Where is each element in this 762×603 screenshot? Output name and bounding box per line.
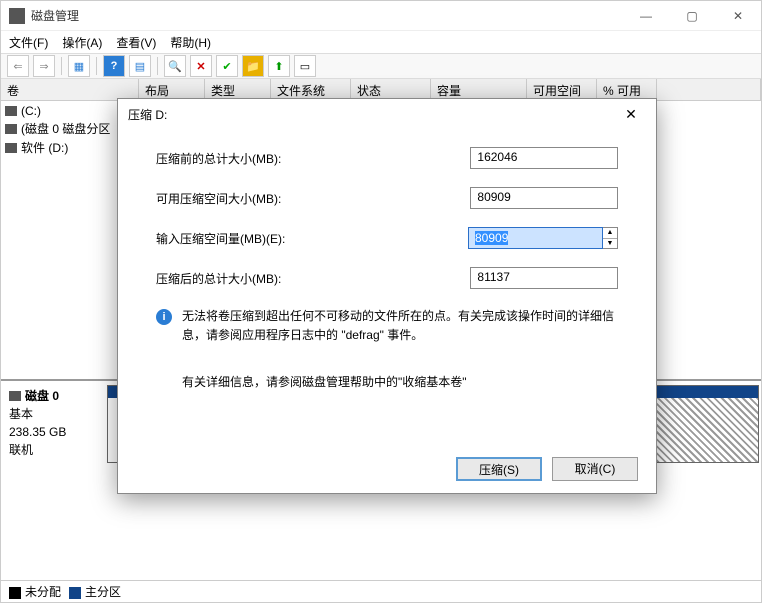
col-fs[interactable]: 文件系统 [271, 79, 351, 100]
dialog-footer: 压缩(S) 取消(C) [118, 445, 656, 493]
cancel-button[interactable]: 取消(C) [552, 457, 638, 481]
menu-help[interactable]: 帮助(H) [170, 34, 211, 51]
col-status[interactable]: 状态 [351, 79, 431, 100]
shrink-amount-input[interactable] [468, 227, 603, 249]
maximize-button[interactable]: ▢ [669, 1, 715, 30]
volume-label: (磁盘 0 磁盘分区 [21, 120, 110, 137]
volume-icon [5, 106, 17, 116]
help-button[interactable]: ? [103, 55, 125, 77]
volume-label: (C:) [21, 104, 41, 118]
col-free[interactable]: 可用空间 [527, 79, 597, 100]
shrink-dialog: 压缩 D: ✕ 压缩前的总计大小(MB): 162046 可用压缩空间大小(MB… [117, 98, 657, 494]
disk-type: 基本 [9, 405, 97, 423]
field-before: 压缩前的总计大小(MB): 162046 [156, 147, 618, 169]
menu-action[interactable]: 操作(A) [62, 34, 102, 51]
col-type[interactable]: 类型 [205, 79, 271, 100]
legend: 未分配 主分区 [1, 580, 761, 602]
minimize-button[interactable]: — [623, 1, 669, 30]
label-input: 输入压缩空间量(MB)(E): [156, 230, 468, 247]
value-avail: 80909 [470, 187, 618, 209]
close-icon[interactable]: ✕ [616, 106, 646, 123]
col-volume[interactable]: 卷 [1, 79, 139, 100]
window-title: 磁盘管理 [31, 7, 623, 24]
dialog-titlebar: 压缩 D: ✕ [118, 99, 656, 129]
spin-down-button[interactable]: ▼ [603, 239, 617, 249]
help-text: 有关详细信息，请参阅磁盘管理帮助中的"收缩基本卷" [182, 373, 618, 390]
volume-label: 软件 (D:) [21, 139, 68, 156]
shrink-button[interactable]: 压缩(S) [456, 457, 542, 481]
forward-button[interactable]: ⇒ [33, 55, 55, 77]
disk-info: 磁盘 0 基本 238.35 GB 联机 [1, 381, 105, 467]
volume-icon [5, 143, 17, 153]
value-after: 81137 [470, 267, 618, 289]
dialog-title: 压缩 D: [128, 106, 616, 123]
titlebar: 磁盘管理 — ▢ ✕ [1, 1, 761, 31]
field-input: 输入压缩空间量(MB)(E): ▲ ▼ [156, 227, 618, 249]
menubar: 文件(F) 操作(A) 查看(V) 帮助(H) [1, 31, 761, 53]
toolbar-btn-7[interactable]: 📁 [242, 55, 264, 77]
menu-file[interactable]: 文件(F) [9, 34, 48, 51]
legend-primary: 主分区 [69, 583, 121, 600]
disk-status: 联机 [9, 441, 97, 459]
field-after: 压缩后的总计大小(MB): 81137 [156, 267, 618, 289]
value-before: 162046 [470, 147, 618, 169]
disk-icon [9, 391, 21, 401]
menu-view[interactable]: 查看(V) [116, 34, 156, 51]
toolbar-btn-8[interactable]: ⬆ [268, 55, 290, 77]
label-before: 压缩前的总计大小(MB): [156, 150, 470, 167]
delete-button[interactable]: ✕ [190, 55, 212, 77]
spin-up-button[interactable]: ▲ [603, 228, 617, 239]
col-capacity[interactable]: 容量 [431, 79, 527, 100]
toolbar: ⇐ ⇒ ▦ ? ▤ 🔍 ✕ ✔ 📁 ⬆ ▭ [1, 53, 761, 79]
info-text: 无法将卷压缩到超出任何不可移动的文件所在的点。有关完成该操作时间的详细信息，请参… [182, 307, 618, 345]
label-avail: 可用压缩空间大小(MB): [156, 190, 470, 207]
dialog-body: 压缩前的总计大小(MB): 162046 可用压缩空间大小(MB): 80909… [118, 129, 656, 445]
close-button[interactable]: ✕ [715, 1, 761, 30]
info-icon: i [156, 309, 172, 325]
toolbar-btn-4[interactable]: 🔍 [164, 55, 186, 77]
col-layout[interactable]: 布局 [139, 79, 205, 100]
field-avail: 可用压缩空间大小(MB): 80909 [156, 187, 618, 209]
toolbar-btn-1[interactable]: ▦ [68, 55, 90, 77]
toolbar-btn-3[interactable]: ▤ [129, 55, 151, 77]
info-row: i 无法将卷压缩到超出任何不可移动的文件所在的点。有关完成该操作时间的详细信息，… [156, 307, 618, 345]
col-percent[interactable]: % 可用 [597, 79, 657, 100]
volume-icon [5, 124, 17, 134]
toolbar-btn-6[interactable]: ✔ [216, 55, 238, 77]
legend-unalloc: 未分配 [9, 583, 61, 600]
app-icon [9, 8, 25, 24]
toolbar-btn-9[interactable]: ▭ [294, 55, 316, 77]
label-after: 压缩后的总计大小(MB): [156, 270, 470, 287]
back-button[interactable]: ⇐ [7, 55, 29, 77]
disk-title: 磁盘 0 [25, 387, 59, 405]
disk-size: 238.35 GB [9, 423, 97, 441]
